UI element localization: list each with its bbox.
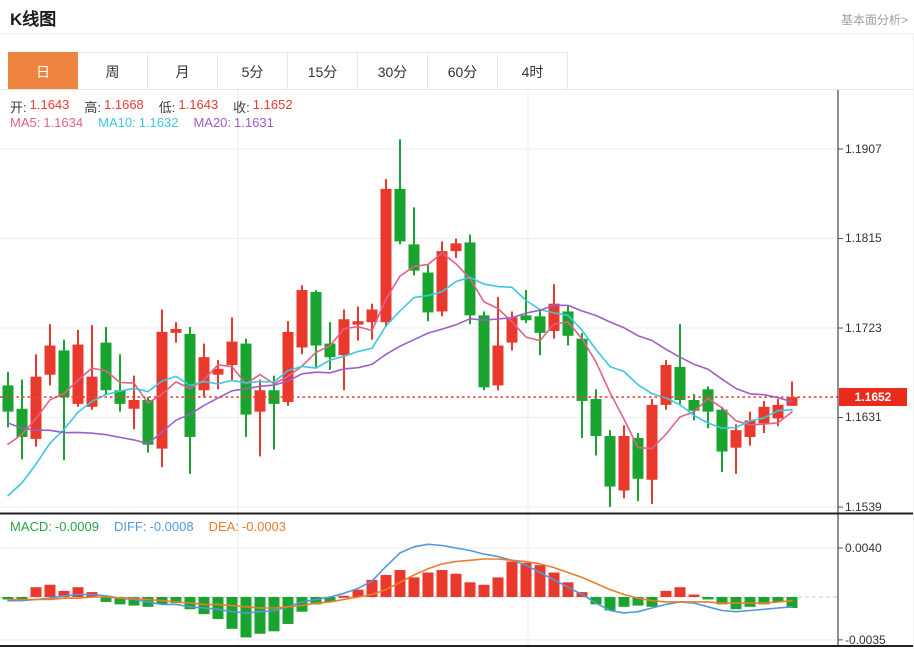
ma-readout: MA5:1.1634 MA10:1.1632 MA20:1.1631 [10, 115, 274, 130]
price-tick-label: 1.1539 [845, 500, 882, 514]
readout-label: 高: [84, 97, 101, 116]
price-tick-label: 1.1907 [845, 142, 882, 156]
readout-value: 1.1632 [139, 115, 179, 130]
macd-tick-label: 0.0040 [845, 541, 882, 555]
readout-value: 1.1643 [30, 97, 70, 116]
kline-widget: K线图 基本面分析> 日周月5分15分30分60分4时 开:1.1643高:1.… [0, 0, 914, 649]
price-tick-label: 1.1723 [845, 321, 882, 335]
readout-value: -0.0008 [149, 519, 193, 534]
ohlc-readout: 开:1.1643高:1.1668低:1.1643收:1.1652 [10, 97, 293, 116]
readout-value: 1.1668 [104, 97, 144, 116]
price-tick-label: 1.1815 [845, 231, 882, 245]
readout-label: DEA: [209, 519, 239, 534]
readout-value: 1.1643 [178, 97, 218, 116]
readout-pair: 低:1.1643 [159, 97, 218, 116]
readout-label: MA20: [193, 115, 231, 130]
readout-pair: MA10:1.1632 [98, 115, 178, 130]
readout-value: 1.1634 [43, 115, 83, 130]
readout-pair: MA20:1.1631 [193, 115, 273, 130]
readout-pair: 高:1.1668 [84, 97, 143, 116]
macd-readout: MACD:-0.0009 DIFF:-0.0008 DEA:-0.0003 [10, 519, 286, 534]
readout-label: DIFF: [114, 519, 147, 534]
readout-label: 收: [233, 97, 250, 116]
readout-value: -0.0009 [55, 519, 99, 534]
readout-pair: 收:1.1652 [233, 97, 292, 116]
price-tick-label: 1.1631 [845, 410, 882, 424]
readout-pair: MACD:-0.0009 [10, 519, 99, 534]
last-price-badge: 1.1652 [839, 388, 907, 406]
readout-pair: DEA:-0.0003 [209, 519, 286, 534]
macd-tick-label: -0.0035 [845, 633, 886, 647]
readout-value: -0.0003 [242, 519, 286, 534]
readout-pair: DIFF:-0.0008 [114, 519, 194, 534]
readout-pair: 开:1.1643 [10, 97, 69, 116]
readout-label: MA10: [98, 115, 136, 130]
readout-label: MA5: [10, 115, 40, 130]
readout-pair: MA5:1.1634 [10, 115, 83, 130]
readout-value: 1.1631 [234, 115, 274, 130]
readout-label: MACD: [10, 519, 52, 534]
readout-label: 开: [10, 97, 27, 116]
readout-label: 低: [159, 97, 176, 116]
readout-value: 1.1652 [253, 97, 293, 116]
